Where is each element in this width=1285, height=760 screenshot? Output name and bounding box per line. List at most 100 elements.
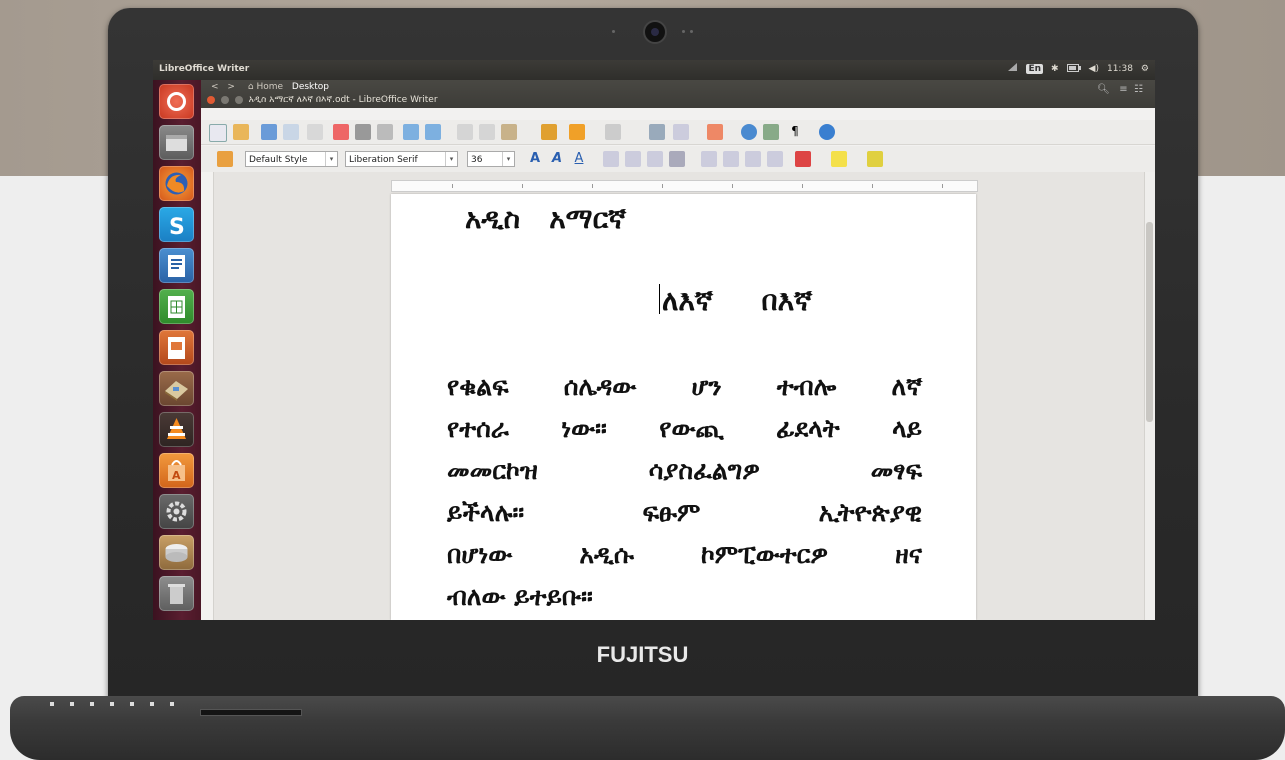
vlc-icon[interactable] — [159, 412, 194, 447]
status-led — [70, 702, 74, 706]
webcam-icon — [643, 20, 667, 44]
bold-icon[interactable]: A — [527, 151, 543, 167]
paragraph-style-select[interactable]: Default Style ▾ — [245, 151, 338, 167]
forward-button[interactable]: > — [227, 82, 235, 92]
export-pdf-icon[interactable] — [333, 124, 349, 140]
document-subheading-text: ለእኛ በእኛ — [662, 284, 813, 317]
align-center-icon[interactable] — [625, 151, 641, 167]
document-subheading: ለእኛ በእኛ — [659, 284, 812, 318]
italic-icon[interactable]: A — [549, 151, 565, 167]
font-size-value: 36 — [471, 155, 483, 165]
system-tray: En ✱ ◀) 11:38 ⚙ — [1008, 63, 1149, 75]
decrease-indent-icon[interactable] — [745, 151, 761, 167]
ruler-tick — [592, 184, 593, 188]
breadcrumb-desktop[interactable]: Desktop — [292, 82, 329, 92]
system-settings-icon[interactable] — [159, 494, 194, 529]
horizontal-ruler[interactable] — [391, 180, 978, 192]
ruler-tick — [452, 184, 453, 188]
font-name-value: Liberation Serif — [349, 155, 418, 165]
email-icon[interactable] — [283, 124, 299, 140]
file-manager-icon[interactable] — [159, 125, 194, 160]
hyperlink-icon[interactable] — [649, 124, 665, 140]
home-icon[interactable]: ⌂ — [248, 82, 254, 92]
minimize-button[interactable] — [220, 95, 229, 104]
software-center-icon[interactable]: A — [159, 453, 194, 488]
document-heading: አዲስ አማርኛ — [465, 202, 626, 235]
align-left-icon[interactable] — [603, 151, 619, 167]
paste-icon[interactable] — [501, 124, 517, 140]
keyboard-layout-indicator[interactable]: En — [1026, 64, 1043, 74]
help-icon[interactable] — [819, 124, 835, 140]
font-name-select[interactable]: Liberation Serif ▾ — [345, 151, 458, 167]
highlight-icon[interactable] — [831, 151, 847, 167]
search-icon[interactable]: 🔍︎ ≡ ☷ — [1097, 84, 1143, 95]
chevron-down-icon: ▾ — [325, 152, 337, 166]
bluetooth-icon[interactable]: ✱ — [1051, 64, 1059, 74]
clock[interactable]: 11:38 — [1107, 64, 1133, 74]
bullets-icon[interactable] — [723, 151, 739, 167]
underline-icon[interactable]: A — [571, 151, 587, 167]
network-icon[interactable] — [1008, 63, 1018, 75]
paragraph-style-value: Default Style — [249, 155, 308, 165]
print-icon[interactable] — [355, 124, 371, 140]
skype-icon[interactable]: S — [159, 207, 194, 242]
battery-icon[interactable] — [1066, 63, 1081, 75]
calc-icon[interactable] — [159, 289, 194, 324]
save-icon[interactable] — [261, 124, 277, 140]
back-button[interactable]: < — [211, 82, 219, 92]
breadcrumb-home[interactable]: Home — [256, 82, 283, 92]
edit-mode-icon[interactable] — [307, 124, 323, 140]
card-reader-slot — [200, 709, 302, 716]
svg-text:A: A — [172, 469, 181, 482]
styles-icon[interactable] — [217, 151, 233, 167]
writer-icon[interactable] — [159, 248, 194, 283]
redo-icon[interactable] — [605, 124, 621, 140]
new-document-icon[interactable] — [209, 124, 227, 142]
gallery-icon[interactable] — [763, 124, 779, 140]
document-page[interactable]: አዲስ አማርኛ ለእኛ በእኛ የቁልፍ ሰሌዳው ሆን ተብሎ ለኛ የተሰ… — [391, 194, 976, 620]
print-preview-icon[interactable] — [377, 124, 393, 140]
status-led — [90, 702, 94, 706]
align-right-icon[interactable] — [647, 151, 663, 167]
firefox-icon[interactable] — [159, 166, 194, 201]
ruler-tick — [942, 184, 943, 188]
usb-creator-icon[interactable] — [159, 371, 194, 406]
scrollbar-thumb[interactable] — [1146, 222, 1153, 422]
ambient-sensor — [612, 30, 615, 33]
ruler-tick — [662, 184, 663, 188]
pilcrow-icon[interactable]: ¶ — [787, 124, 803, 140]
copy-icon[interactable] — [479, 124, 495, 140]
justify-icon[interactable] — [669, 151, 685, 167]
body-line: በሆነው አዲሱ ኮምፒውተርዎ ዘና — [447, 540, 922, 569]
numbering-icon[interactable] — [701, 151, 717, 167]
impress-icon[interactable] — [159, 330, 194, 365]
clone-formatting-icon[interactable] — [541, 124, 557, 140]
navigator-icon[interactable] — [741, 124, 757, 140]
cut-icon[interactable] — [457, 124, 473, 140]
open-folder-icon[interactable] — [233, 124, 249, 140]
laptop-base — [10, 696, 1285, 760]
gear-icon[interactable]: ⚙ — [1141, 64, 1149, 74]
font-color-icon[interactable] — [795, 151, 811, 167]
text-cursor — [659, 284, 660, 314]
draw-functions-icon[interactable] — [707, 124, 723, 140]
undo-icon[interactable] — [569, 124, 585, 140]
window-titlebar: < > ⌂ Home Desktop አዲስ አማርኛ ለእኛ በእኛ.odt … — [201, 80, 1155, 108]
font-size-select[interactable]: 36 ▾ — [467, 151, 515, 167]
spellcheck-icon[interactable] — [403, 124, 419, 140]
vertical-scrollbar[interactable] — [1144, 172, 1155, 620]
trash-icon[interactable] — [159, 576, 194, 611]
disk-icon[interactable] — [159, 535, 194, 570]
laptop-brand-logo: FUJITSU — [596, 642, 689, 667]
autospellcheck-icon[interactable] — [425, 124, 441, 140]
close-button[interactable] — [207, 95, 215, 104]
unity-launcher: S A — [153, 80, 201, 620]
unity-top-panel: LibreOffice Writer En ✱ ◀) 11:38 ⚙ — [153, 60, 1155, 80]
maximize-button[interactable] — [234, 95, 243, 104]
ubuntu-dash-icon[interactable] — [159, 84, 194, 119]
table-icon[interactable] — [673, 124, 689, 140]
background-color-icon[interactable] — [867, 151, 883, 167]
volume-icon[interactable]: ◀) — [1089, 64, 1099, 74]
increase-indent-icon[interactable] — [767, 151, 783, 167]
status-led — [170, 702, 174, 706]
